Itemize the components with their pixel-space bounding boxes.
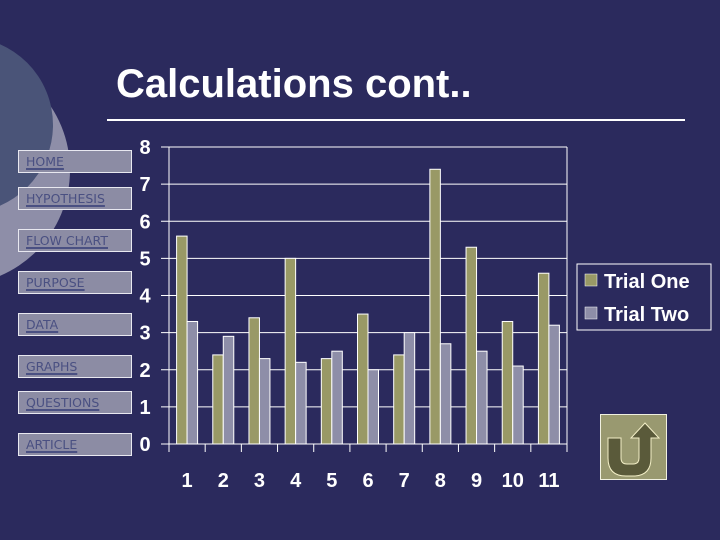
bar-trial-one-6 bbox=[357, 313, 369, 445]
y-tick-label: 4 bbox=[139, 286, 151, 308]
y-tick-label: 8 bbox=[139, 137, 150, 159]
bar-trial-one-3 bbox=[248, 317, 260, 445]
bar-trial-two-2 bbox=[222, 335, 235, 445]
x-tick-label: 6 bbox=[362, 470, 373, 492]
bar-trial-one-7 bbox=[393, 354, 405, 445]
bar-trial-two-6 bbox=[367, 369, 379, 445]
y-tick-label: 0 bbox=[139, 434, 150, 456]
bar-trial-two-9 bbox=[476, 350, 488, 445]
x-tick-label: 3 bbox=[254, 470, 265, 492]
x-tick-label: 11 bbox=[538, 470, 559, 492]
u-turn-return-arrow-icon bbox=[600, 414, 667, 480]
x-tick-label: 1 bbox=[182, 470, 193, 492]
bar-trial-one-1 bbox=[176, 235, 188, 445]
bar-trial-one-2 bbox=[212, 354, 224, 445]
x-tick-label: 5 bbox=[326, 470, 337, 492]
bar-trial-one-8 bbox=[429, 168, 441, 445]
x-tick-label: 10 bbox=[502, 470, 524, 492]
bar-trial-one-11 bbox=[537, 272, 550, 445]
bar-trial-two-3 bbox=[258, 358, 271, 445]
legend-label-trial-one: Trial One bbox=[604, 271, 690, 293]
bars bbox=[176, 168, 560, 445]
bar-trial-two-1 bbox=[186, 320, 199, 445]
bar-trial-two-8 bbox=[439, 343, 452, 445]
bar-trial-one-10 bbox=[501, 320, 514, 445]
legend-label-trial-two: Trial Two bbox=[604, 304, 689, 326]
bar-trial-one-5 bbox=[320, 358, 333, 445]
x-tick-label: 9 bbox=[471, 470, 482, 492]
y-tick-label: 5 bbox=[139, 248, 150, 270]
y-tick-label: 2 bbox=[139, 360, 150, 382]
return-button[interactable] bbox=[600, 414, 667, 480]
x-tick-label: 2 bbox=[218, 470, 229, 492]
y-axis-labels: 0 1 2 3 4 5 6 7 8 bbox=[139, 137, 151, 456]
legend-swatch-trial-one bbox=[584, 273, 598, 287]
bar-trial-two-4 bbox=[295, 361, 307, 445]
bar-trial-one-9 bbox=[465, 246, 478, 445]
bar-trial-two-10 bbox=[512, 365, 524, 445]
bar-trial-two-5 bbox=[331, 350, 343, 445]
y-tick-label: 6 bbox=[139, 211, 150, 233]
y-tick-label: 1 bbox=[139, 397, 150, 419]
legend-swatch-trial-two bbox=[584, 306, 598, 320]
x-tick-label: 7 bbox=[399, 470, 410, 492]
y-tick-label: 7 bbox=[139, 174, 150, 196]
chart-legend: Trial One Trial Two bbox=[576, 263, 712, 331]
x-tick-label: 4 bbox=[290, 470, 302, 492]
bar-trial-two-11 bbox=[548, 324, 560, 445]
y-tick-label: 3 bbox=[139, 323, 150, 345]
bar-trial-one-4 bbox=[284, 257, 297, 445]
x-axis-labels: 1 2 3 4 5 6 7 8 9 10 11 bbox=[182, 470, 560, 492]
x-tick-label: 8 bbox=[435, 470, 446, 492]
bar-trial-two-7 bbox=[403, 332, 416, 445]
